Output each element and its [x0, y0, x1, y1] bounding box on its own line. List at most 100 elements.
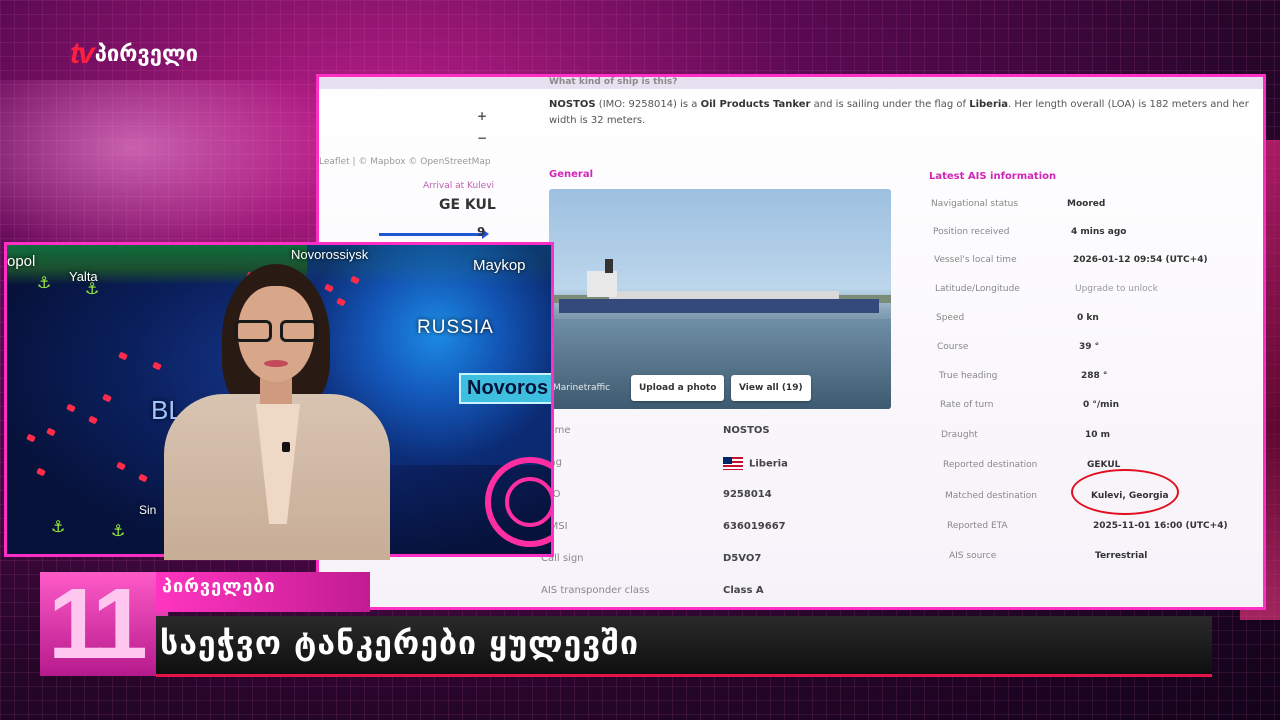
map-zoom-out-button[interactable]: −	[477, 131, 487, 145]
general-row: Name NOSTOS	[541, 425, 901, 445]
ship-wheel-graphic	[485, 457, 551, 547]
map-label: Sin	[139, 503, 157, 517]
ais-value: 4 mins ago	[1071, 227, 1127, 237]
ais-row: Speed 0 kn	[929, 313, 1249, 335]
ais-row: Rate of turn 0 °/min	[929, 400, 1249, 422]
presenter-lips	[264, 360, 288, 367]
program-number: 11	[48, 568, 148, 680]
flag-name: Liberia	[749, 458, 788, 470]
photo-credit: Marinetraffic	[553, 383, 611, 393]
webpage-top-strip	[319, 77, 1263, 89]
map-label: Novorossiysk	[291, 247, 369, 262]
presenter-glasses	[234, 320, 318, 342]
vessel-marker	[138, 473, 148, 483]
general-value: D5VO7	[723, 553, 762, 564]
ais-row: Navigational status Moored	[929, 199, 1249, 221]
arrival-label: Arrival at Kulevi	[423, 181, 495, 191]
ais-value: 288 °	[1081, 371, 1108, 381]
photo-ship-funnel	[605, 259, 613, 273]
vessel-marker	[36, 467, 46, 477]
ais-value: 39 °	[1079, 342, 1100, 352]
vessel-marker	[102, 393, 112, 403]
ais-label: Position received	[933, 227, 1010, 237]
anchor-icon: ⚓	[51, 517, 66, 536]
ais-label: True heading	[939, 371, 998, 381]
channel-logo: tv პირველი	[70, 36, 198, 72]
upload-photo-button[interactable]: Upload a photo	[631, 375, 725, 401]
novorossiysk-highlight-label: Novoros	[459, 373, 551, 404]
ais-value: 2025-11-01 16:00 (UTC+4)	[1093, 521, 1228, 531]
ais-label: Vessel's local time	[934, 255, 1017, 265]
ais-value: 0 °/min	[1083, 400, 1120, 410]
anchor-icon: ⚓	[37, 273, 52, 292]
ais-value: 2026-01-12 09:54 (UTC+4)	[1073, 255, 1208, 265]
ais-label: Draught	[941, 430, 978, 440]
ais-label: Rate of turn	[940, 400, 994, 410]
highlight-circle-annotation	[1071, 469, 1179, 515]
news-presenter	[164, 264, 390, 560]
lapel-microphone	[282, 442, 290, 452]
vessel-marker	[116, 461, 126, 471]
general-value: 636019667	[723, 521, 786, 532]
ais-value: Moored	[1067, 199, 1106, 209]
ais-row: Draught 10 m	[929, 430, 1249, 452]
vessel-marker	[46, 427, 56, 437]
photo-ship-hull	[559, 299, 879, 313]
anchor-icon: ⚓	[111, 521, 126, 540]
ais-label: Reported destination	[943, 460, 1038, 470]
ais-label: Speed	[936, 313, 965, 323]
headline-text: საეჭვო ტანკერები ყულევში	[160, 624, 639, 662]
ais-label: Latitude/Longitude	[935, 284, 1020, 294]
general-row: Flag Liberia	[541, 457, 901, 477]
vessel-marker	[26, 433, 36, 443]
map-label: Maykop	[473, 257, 526, 274]
vessel-marker	[152, 361, 162, 371]
arrival-progress-arrow	[379, 229, 489, 239]
ais-label: Navigational status	[931, 199, 1019, 209]
section-general-title: General	[549, 169, 593, 180]
ais-value: 10 m	[1085, 430, 1111, 440]
ais-row: True heading 288 °	[929, 371, 1249, 393]
map-label: RUSSIA	[417, 317, 494, 338]
general-row: AIS transponder class Class A	[541, 585, 901, 605]
photo-ship-deck	[609, 291, 839, 299]
general-row: IMO 9258014	[541, 489, 901, 509]
ais-label: AIS source	[949, 551, 997, 561]
ais-row: Reported ETA 2025-11-01 16:00 (UTC+4)	[929, 521, 1249, 543]
general-value: NOSTOS	[723, 425, 770, 436]
background-glow	[0, 80, 330, 250]
ais-label: Course	[937, 342, 969, 352]
vessel-marker	[118, 351, 128, 361]
section-ais-title: Latest AIS information	[929, 171, 1057, 182]
photo-ship-bridge	[587, 271, 617, 297]
desc-imo: (IMO: 9258014) is a	[595, 99, 701, 110]
ship-description: NOSTOS (IMO: 9258014) is a Oil Products …	[549, 97, 1249, 129]
arrival-port-code: GE KUL	[439, 197, 496, 213]
general-value: Liberia	[723, 457, 788, 470]
vessel-photo[interactable]: Marinetraffic Upload a photo View all (1…	[549, 189, 891, 409]
ais-row: AIS source Terrestrial	[929, 551, 1249, 573]
general-value: 9258014	[723, 489, 772, 500]
ais-row: Course 39 °	[929, 342, 1249, 364]
ais-label: Reported ETA	[947, 521, 1008, 531]
ais-row: Vessel's local time 2026-01-12 09:54 (UTC…	[929, 255, 1249, 277]
general-row: Call sign D5VO7	[541, 553, 901, 573]
ais-value: Terrestrial	[1095, 551, 1148, 561]
general-row: MMSI 636019667	[541, 521, 901, 541]
desc-mid: and is sailing under the flag of	[810, 99, 970, 110]
program-name: პირველები	[162, 576, 276, 597]
ais-value: 0 kn	[1077, 313, 1099, 323]
view-all-photos-button[interactable]: View all (19)	[731, 375, 811, 401]
vessel-marker	[88, 415, 98, 425]
vessel-marker	[66, 403, 76, 413]
general-label: AIS transponder class	[541, 585, 650, 596]
ais-value[interactable]: Upgrade to unlock	[1075, 284, 1158, 294]
liberia-flag-icon	[723, 457, 743, 470]
desc-flag: Liberia	[969, 99, 1009, 110]
ais-label: Matched destination	[945, 491, 1037, 501]
desc-type: Oil Products Tanker	[700, 99, 811, 110]
ais-row: Latitude/Longitude Upgrade to unlock	[929, 284, 1249, 306]
ais-row: Position received 4 mins ago	[929, 227, 1249, 249]
map-zoom-in-button[interactable]: +	[477, 109, 487, 123]
map-attribution: Leaflet | © Mapbox © OpenStreetMap	[319, 157, 491, 167]
